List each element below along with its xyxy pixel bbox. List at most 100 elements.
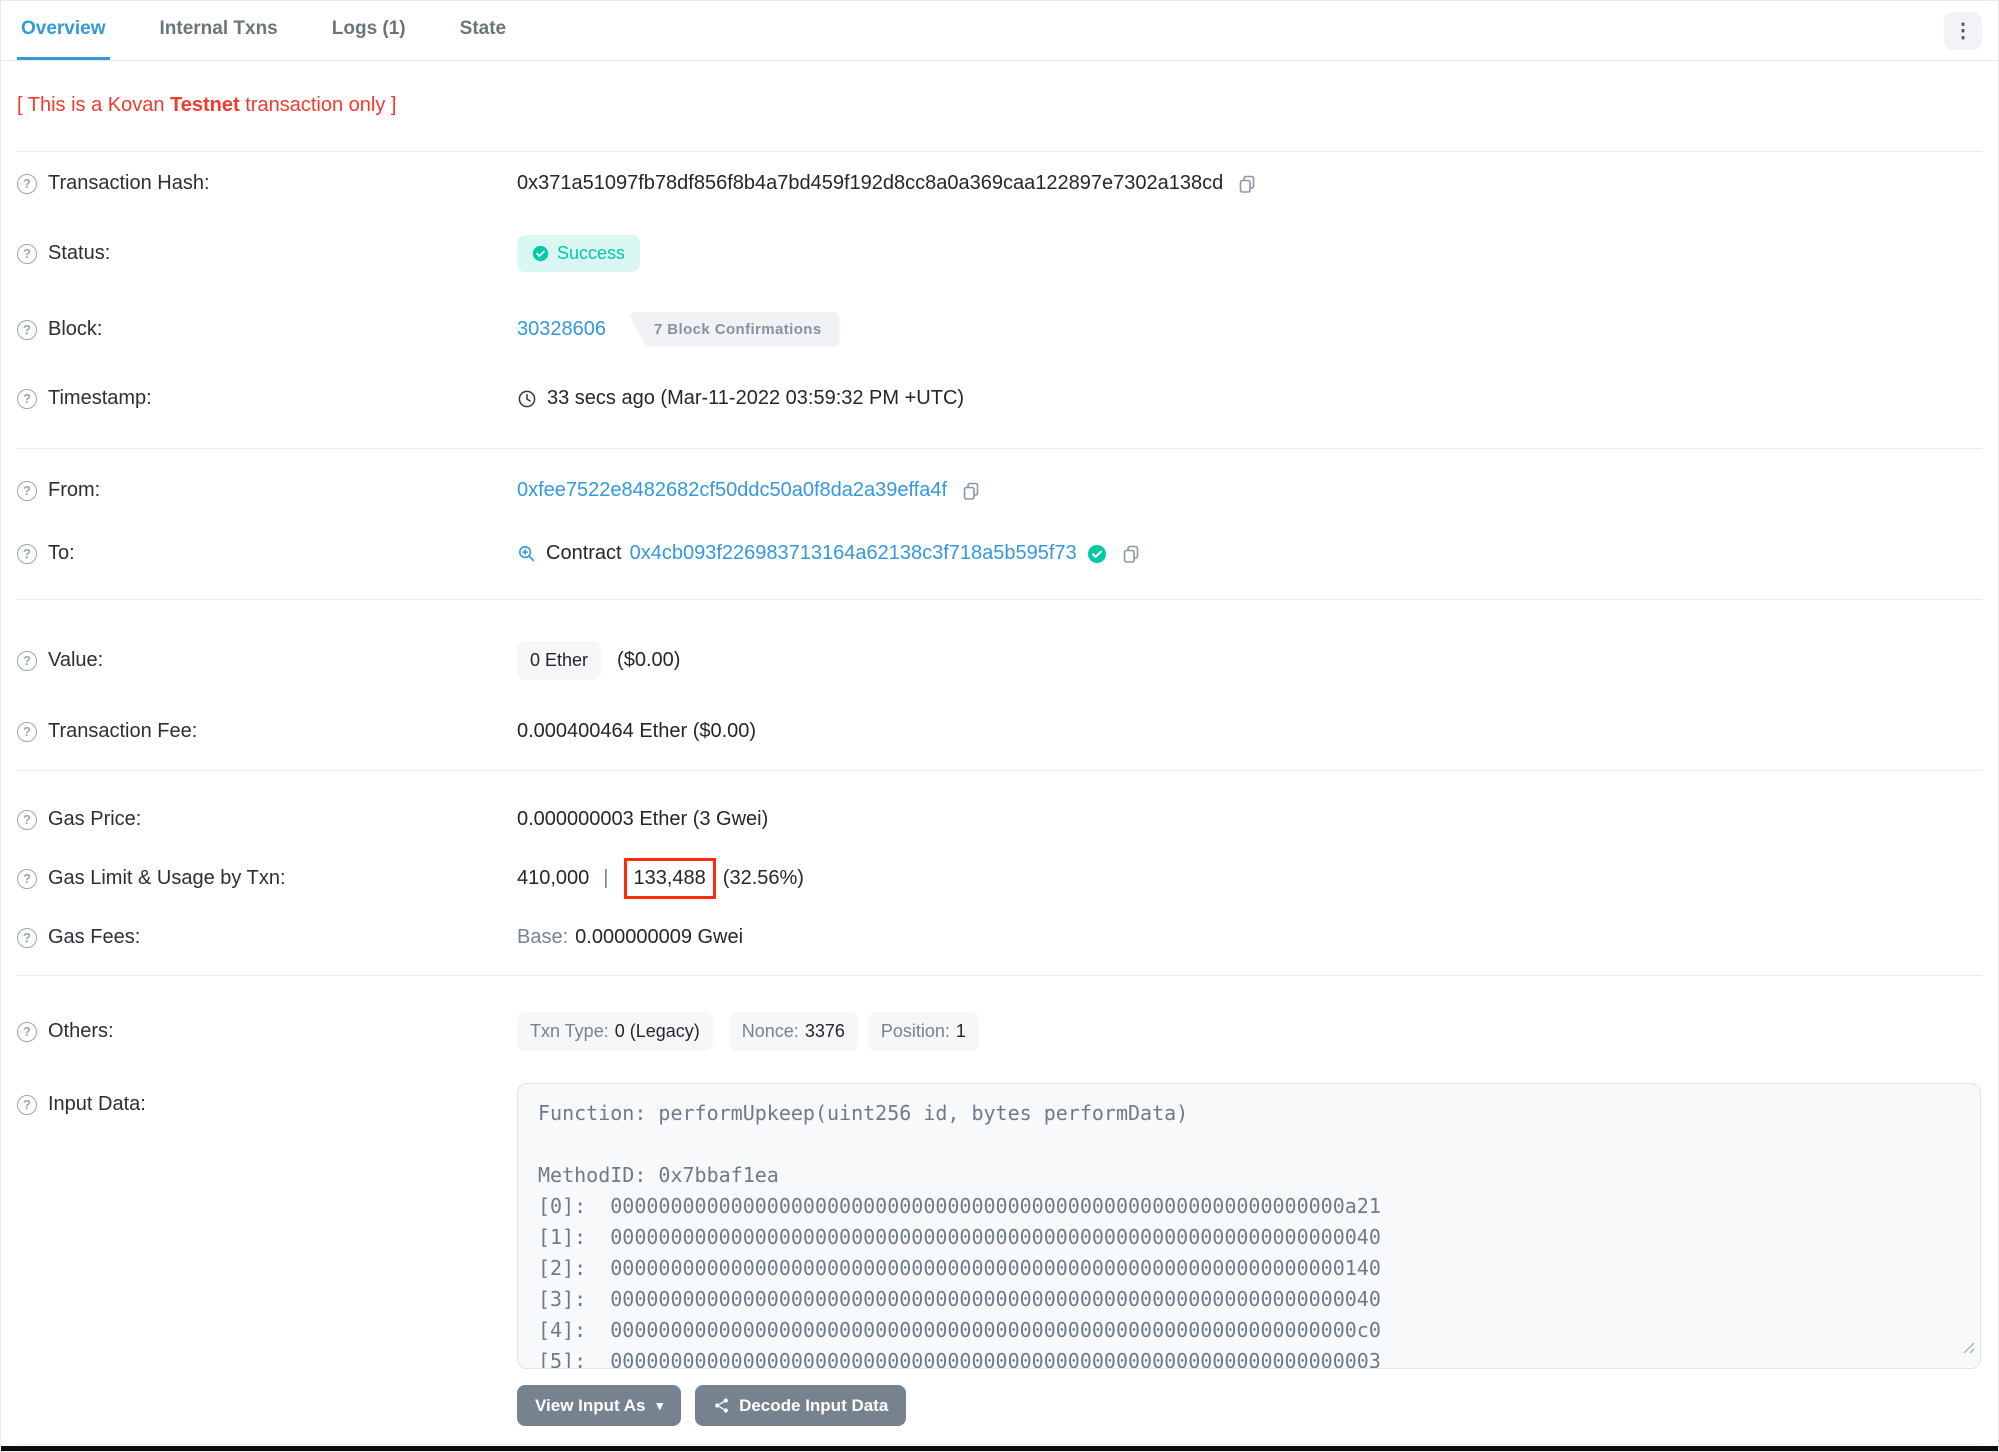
help-icon[interactable]: ? (17, 1094, 37, 1115)
help-icon[interactable]: ? (17, 480, 37, 501)
tab-logs[interactable]: Logs (1) (328, 1, 410, 60)
tab-bar: Overview Internal Txns Logs (1) State ⋮ (1, 1, 1998, 61)
testnet-notice-section: [ This is a Kovan Testnet transaction on… (17, 61, 1982, 152)
tab-state[interactable]: State (456, 1, 510, 60)
transaction-fee-value: 0.000400464 Ether ($0.00) (517, 720, 757, 742)
value-label: ? Value: (17, 649, 517, 672)
row-gas-fees: ? Gas Fees: Base: 0.000000009 Gwei (17, 908, 1982, 967)
help-icon[interactable]: ? (17, 927, 37, 948)
to-address-link[interactable]: 0x4cb093f226983713164a62138c3f718a5b595f… (630, 542, 1077, 565)
block-label: ? Block: (17, 318, 517, 341)
input-data-label: ? Input Data: (17, 1083, 517, 1116)
view-input-as-button[interactable]: View Input As ▾ (517, 1385, 682, 1426)
to-contract-prefix: Contract (546, 542, 622, 564)
row-transaction-fee: ? Transaction Fee: 0.000400464 Ether ($0… (17, 700, 1982, 763)
help-icon[interactable]: ? (17, 543, 37, 564)
row-from: ? From: 0xfee7522e8482682cf50ddc50a0f8da… (17, 459, 1982, 522)
base-fee-value: 0.000000009 Gwei (575, 926, 744, 948)
input-data-line: [5]: 00000000000000000000000000000000000… (538, 1349, 1381, 1369)
gas-used-value: 133,488 (633, 867, 706, 889)
decode-input-data-button[interactable]: Decode Input Data (695, 1385, 907, 1426)
testnet-notice: [ This is a Kovan Testnet transaction on… (17, 94, 397, 116)
input-data-line: [0]: 00000000000000000000000000000000000… (538, 1194, 1381, 1218)
kebab-menu-button[interactable]: ⋮ (1944, 11, 1982, 50)
row-to: ? To: Contract 0x4cb093f226983713164a621… (17, 522, 1982, 585)
input-data-line: Function: performUpkeep(uint256 id, byte… (538, 1101, 1189, 1125)
highlight-annotation: 133,488 (623, 858, 716, 899)
verified-check-icon (1087, 544, 1106, 563)
transaction-fee-label: ? Transaction Fee: (17, 720, 517, 743)
block-confirmations-badge: 7 Block Confirmations (627, 312, 840, 347)
overview-section-2: ? From: 0xfee7522e8482682cf50ddc50a0f8da… (17, 449, 1982, 600)
row-status: ? Status: Success (17, 215, 1982, 292)
input-data-line (538, 1129, 1960, 1160)
gas-limit-value: 410,000 (517, 867, 590, 889)
help-icon[interactable]: ? (17, 1021, 37, 1042)
chevron-down-icon: ▾ (656, 1397, 664, 1413)
row-input-data: ? Input Data: Function: performUpkeep(ui… (17, 1069, 1982, 1426)
position-badge: Position: 1 (867, 1012, 979, 1051)
usd-value: ($0.00) (617, 649, 681, 671)
row-timestamp: ? Timestamp: 33 secs ago (Mar-11-2022 03… (17, 367, 1982, 430)
input-data-line: [1]: 00000000000000000000000000000000000… (538, 1225, 1381, 1249)
block-number-link[interactable]: 30328606 (517, 318, 606, 341)
kebab-icon: ⋮ (1953, 20, 1973, 42)
overview-section-1: ? Transaction Hash: 0x371a51097fb78df856… (17, 152, 1982, 449)
gas-separator: | (603, 867, 609, 889)
input-data-line: [4]: 00000000000000000000000000000000000… (538, 1318, 1381, 1342)
nonce-badge: Nonce: 3376 (728, 1012, 858, 1051)
tab-internal-txns[interactable]: Internal Txns (156, 1, 282, 60)
resize-handle[interactable] (1963, 1332, 1975, 1363)
copy-icon[interactable] (961, 481, 981, 501)
help-icon[interactable]: ? (17, 721, 37, 742)
to-label: ? To: (17, 542, 517, 565)
from-address-link[interactable]: 0xfee7522e8482682cf50ddc50a0f8da2a39effa… (517, 479, 947, 502)
transaction-page: Overview Internal Txns Logs (1) State ⋮ … (0, 0, 1999, 1452)
row-block: ? Block: 30328606 7 Block Confirmations (17, 292, 1982, 367)
row-transaction-hash: ? Transaction Hash: 0x371a51097fb78df856… (17, 152, 1982, 215)
others-label: ? Others: (17, 1020, 517, 1043)
help-icon[interactable]: ? (17, 388, 37, 409)
zoom-in-icon[interactable] (517, 544, 536, 563)
row-gas-limit-usage: ? Gas Limit & Usage by Txn: 410,000 | 13… (17, 849, 1982, 908)
clock-icon (518, 390, 536, 407)
help-icon[interactable]: ? (17, 809, 37, 830)
row-gas-price: ? Gas Price: 0.000000003 Ether (3 Gwei) (17, 790, 1982, 849)
input-data-line: MethodID: 0x7bbaf1ea (538, 1163, 779, 1187)
input-data-textarea[interactable]: Function: performUpkeep(uint256 id, byte… (517, 1083, 1981, 1369)
timestamp-value: 33 secs ago (Mar-11-2022 03:59:32 PM +UT… (547, 387, 965, 409)
gas-used-percent: (32.56%) (722, 867, 804, 889)
tab-overview[interactable]: Overview (17, 1, 110, 60)
input-data-line: [2]: 00000000000000000000000000000000000… (538, 1256, 1381, 1280)
status-badge: Success (517, 235, 641, 272)
transaction-hash-value: 0x371a51097fb78df856f8b4a7bd459f192d8cc8… (517, 172, 1224, 194)
copy-icon[interactable] (1237, 174, 1257, 194)
copy-icon[interactable] (1121, 544, 1141, 564)
gas-price-label: ? Gas Price: (17, 808, 517, 831)
gas-price-value: 0.000000003 Ether (3 Gwei) (517, 808, 769, 830)
timestamp-label: ? Timestamp: (17, 387, 517, 410)
help-icon[interactable]: ? (17, 868, 37, 889)
overview-section-3: ? Value: 0 Ether ($0.00) ? Transaction F… (17, 600, 1982, 771)
tabbar-spacer (556, 1, 1944, 60)
check-circle-icon (532, 245, 549, 262)
gas-fees-label: ? Gas Fees: (17, 926, 517, 949)
input-data-line: [3]: 00000000000000000000000000000000000… (538, 1287, 1381, 1311)
from-label: ? From: (17, 479, 517, 502)
gas-limit-usage-label: ? Gas Limit & Usage by Txn: (17, 867, 517, 890)
base-fee-label: Base: (517, 926, 569, 948)
help-icon[interactable]: ? (17, 319, 37, 340)
ether-value-badge: 0 Ether (517, 641, 602, 680)
row-value: ? Value: 0 Ether ($0.00) (17, 621, 1982, 700)
decode-icon (715, 1398, 728, 1413)
status-label: ? Status: (17, 242, 517, 265)
row-others: ? Others: Txn Type: 0 (Legacy) Nonce: 3376… (17, 976, 1982, 1069)
help-icon[interactable]: ? (17, 173, 37, 194)
txn-type-badge: Txn Type: 0 (Legacy) (517, 1012, 713, 1051)
overview-section-4: ? Gas Price: 0.000000003 Ether (3 Gwei) … (17, 771, 1982, 976)
help-icon[interactable]: ? (17, 243, 37, 264)
bottom-divider (1, 1446, 1998, 1451)
help-icon[interactable]: ? (17, 650, 37, 671)
overview-section-5: ? Others: Txn Type: 0 (Legacy) Nonce: 3376… (17, 976, 1982, 1445)
transaction-hash-label: ? Transaction Hash: (17, 172, 517, 195)
